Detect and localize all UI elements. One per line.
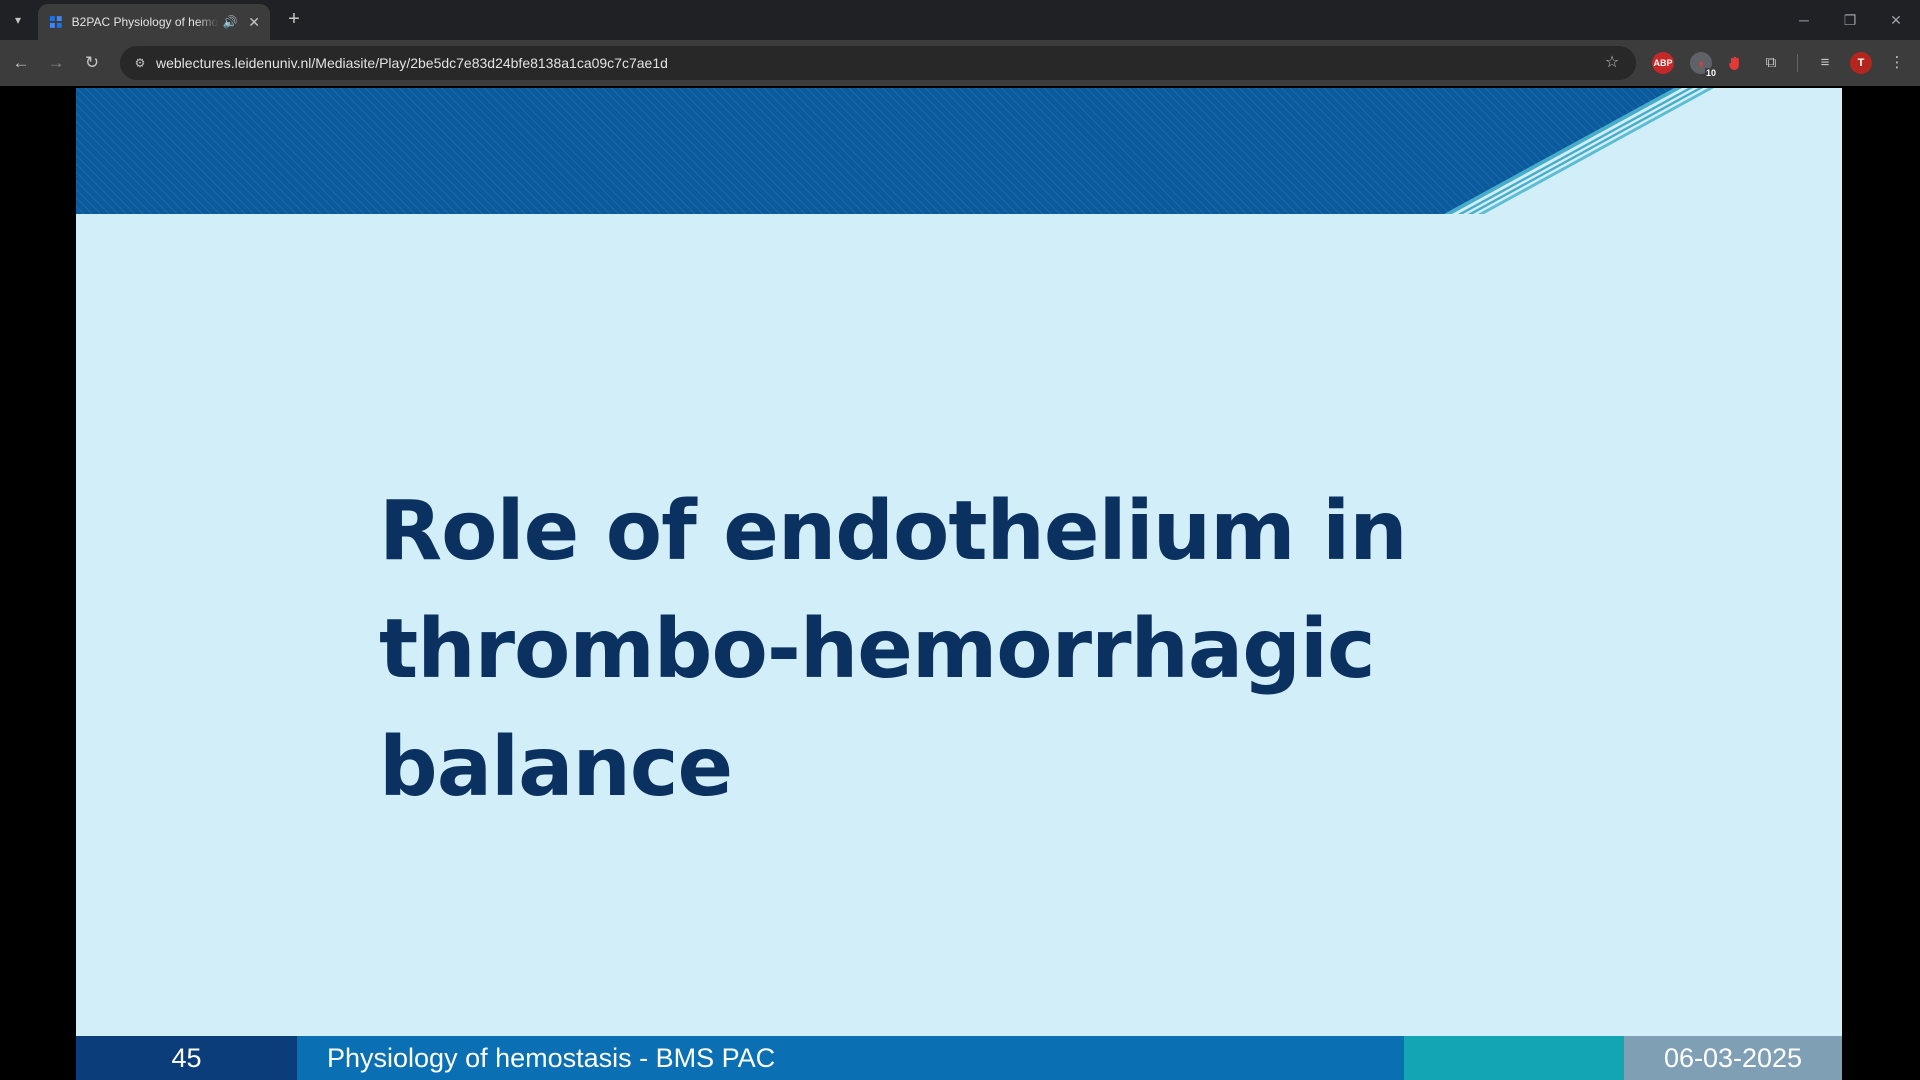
slide-title-line-3: balance — [379, 720, 733, 815]
restore-icon[interactable]: ❐ — [1830, 6, 1870, 34]
back-arrow-left-icon[interactable]: ← — [7, 49, 35, 77]
tab-close-icon[interactable]: ✕ — [246, 14, 262, 31]
media-playlist-icon[interactable]: ≡ — [1813, 51, 1837, 75]
slide-number: 45 — [76, 1036, 297, 1080]
url-text[interactable]: weblectures.leidenuniv.nl/Mediasite/Play… — [156, 55, 668, 71]
address-bar[interactable]: ⚙ weblectures.leidenuniv.nl/Mediasite/Pl… — [120, 46, 1636, 80]
minimize-icon[interactable]: ─ — [1784, 6, 1824, 34]
tab-search-chevron-down-icon[interactable]: ▾ — [6, 8, 30, 32]
adblock-label: ABP — [1653, 58, 1673, 68]
slide-title-line-1: Role of endothelium in — [379, 484, 1408, 579]
kebab-menu-icon[interactable]: ⋮ — [1885, 51, 1909, 75]
mediasite-favicon-icon — [49, 16, 62, 28]
slide-header-band — [76, 88, 1714, 214]
footer-accent-block — [1404, 1036, 1624, 1080]
red-hand-extension-icon[interactable] — [1724, 52, 1746, 74]
lecture-slide: Role of endothelium in thrombo-hemorrhag… — [76, 88, 1842, 1080]
bookmark-star-icon[interactable]: ☆ — [1600, 51, 1624, 75]
extension-glyph-icon: ◖ — [1697, 55, 1705, 71]
course-name: Physiology of hemostasis - BMS PAC — [297, 1036, 1404, 1080]
tab-title: B2PAC Physiology of hemostasis — [71, 15, 219, 29]
reload-icon[interactable]: ↻ — [78, 49, 106, 77]
hand-icon — [1729, 56, 1739, 70]
browser-tab-active[interactable]: B2PAC Physiology of hemostasis 🔊 ✕ — [38, 4, 270, 40]
slide-title: Role of endothelium in thrombo-hemorrhag… — [379, 473, 1579, 827]
site-info-tune-icon[interactable]: ⚙ — [128, 51, 152, 75]
profile-avatar[interactable]: T — [1850, 52, 1872, 74]
slide-date: 06-03-2025 — [1624, 1036, 1842, 1080]
window-close-icon[interactable]: ✕ — [1876, 6, 1916, 34]
toolbar-divider — [1797, 54, 1798, 72]
browser-toolbar: ← → ↻ ⚙ weblectures.leidenuniv.nl/Medias… — [0, 40, 1920, 86]
extension-badge-count: 10 — [1704, 68, 1717, 78]
speaker-icon[interactable]: 🔊 — [223, 15, 239, 29]
adblock-plus-icon[interactable]: ABP — [1652, 52, 1674, 74]
extension-badge-icon[interactable]: ◖ 10 — [1690, 52, 1717, 78]
browser-tab-bar: ▾ B2PAC Physiology of hemostasis 🔊 ✕ + ─… — [0, 0, 1920, 40]
forward-arrow-right-icon[interactable]: → — [42, 49, 70, 77]
new-tab-plus-icon[interactable]: + — [282, 8, 306, 32]
slide-footer: 45 Physiology of hemostasis - BMS PAC 06… — [76, 1036, 1842, 1080]
video-player[interactable]: Role of endothelium in thrombo-hemorrhag… — [0, 86, 1920, 1080]
slide-title-line-2: thrombo-hemorrhagic — [379, 602, 1376, 697]
extensions-puzzle-icon[interactable]: ⧉ — [1759, 51, 1783, 75]
